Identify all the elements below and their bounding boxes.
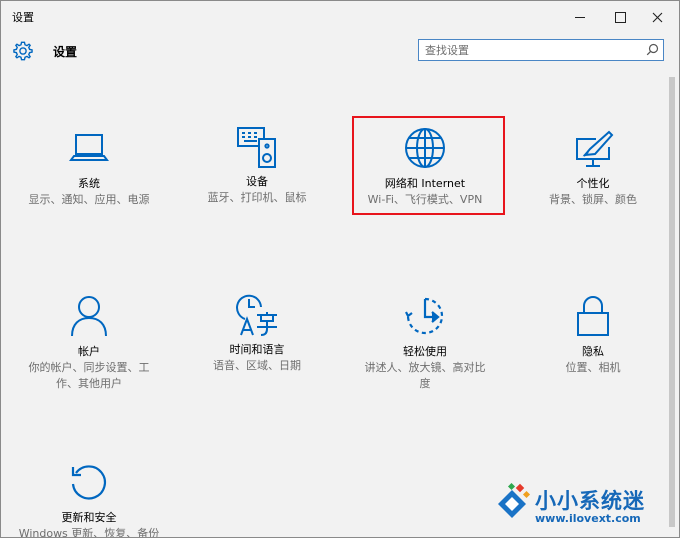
tile-network[interactable]: 网络和 Internet Wi-Fi、飞行模式、VPN	[350, 127, 500, 208]
watermark: 小小系统迷 www.ilovext.com	[495, 479, 677, 535]
time-language-icon	[236, 294, 277, 336]
tile-time-language[interactable]: 时间和语言 语音、区域、日期	[182, 293, 332, 374]
search-box[interactable]	[418, 39, 664, 61]
watermark-brand: 小小系统迷	[535, 489, 645, 513]
refresh-icon	[71, 465, 107, 500]
tile-description: 位置、相机	[565, 361, 621, 374]
minimize-button[interactable]	[562, 1, 598, 33]
tile-label: 系统	[78, 177, 100, 190]
person-icon	[71, 296, 107, 337]
tile-description: 蓝牙、打印机、鼠标	[207, 191, 307, 204]
tile-system[interactable]: 系统 显示、通知、应用、电源	[14, 129, 164, 208]
tile-privacy[interactable]: 隐私 位置、相机	[518, 295, 668, 376]
tile-description: Windows 更新、恢复、备份	[18, 527, 160, 538]
lock-icon	[577, 296, 609, 336]
tile-personalization[interactable]: 个性化 背景、锁屏、颜色	[518, 129, 668, 208]
globe-icon	[405, 128, 445, 168]
tile-description: Wi-Fi、飞行模式、VPN	[367, 193, 483, 206]
scrollbar-thumb[interactable]	[669, 77, 675, 527]
tile-accounts[interactable]: 帐户 你的帐户、同步设置、工作、其他用户	[14, 295, 164, 392]
title-bar[interactable]: 设置	[1, 1, 679, 33]
tile-ease-of-access[interactable]: 轻松使用 讲述人、放大镜、高对比度	[350, 295, 500, 392]
tile-label: 个性化	[576, 177, 610, 190]
tile-description: 你的帐户、同步设置、工作、其他用户	[28, 361, 150, 390]
tile-label: 隐私	[582, 345, 604, 358]
paint-monitor-icon	[576, 130, 614, 167]
watermark-url: www.ilovext.com	[535, 512, 641, 525]
vertical-scrollbar[interactable]	[667, 77, 677, 529]
tile-label: 时间和语言	[229, 343, 285, 356]
window-title: 设置	[12, 11, 34, 24]
close-button[interactable]	[639, 1, 675, 33]
minimize-icon	[575, 16, 585, 18]
tile-devices[interactable]: 设备 蓝牙、打印机、鼠标	[182, 125, 332, 206]
page-title: 设置	[53, 45, 78, 59]
close-icon	[652, 12, 662, 22]
watermark-logo-icon	[498, 483, 531, 518]
devices-icon	[237, 127, 276, 168]
maximize-icon	[614, 11, 626, 23]
search-icon[interactable]	[646, 43, 659, 56]
tile-label: 帐户	[78, 345, 100, 358]
tile-description: 显示、通知、应用、电源	[28, 193, 150, 206]
tile-description: 语音、区域、日期	[213, 359, 301, 372]
gear-icon	[13, 41, 33, 61]
ease-of-access-icon	[405, 297, 444, 335]
maximize-button[interactable]	[602, 1, 638, 33]
tile-label: 更新和安全	[61, 511, 117, 524]
tile-label: 轻松使用	[403, 345, 447, 358]
tile-update-security[interactable]: 更新和安全 Windows 更新、恢复、备份	[14, 463, 164, 538]
tile-label: 网络和 Internet	[384, 177, 466, 190]
tile-description: 背景、锁屏、颜色	[549, 193, 637, 206]
tile-description: 讲述人、放大镜、高对比度	[364, 361, 486, 390]
search-input[interactable]	[425, 41, 635, 59]
app-header: 设置	[1, 33, 679, 75]
tile-label: 设备	[246, 175, 268, 188]
laptop-icon	[69, 134, 109, 161]
settings-window: 设置 设置 查找设置 系统 显示、通知、应用、电源 设备 蓝牙、打印机、鼠标 网…	[0, 0, 680, 538]
